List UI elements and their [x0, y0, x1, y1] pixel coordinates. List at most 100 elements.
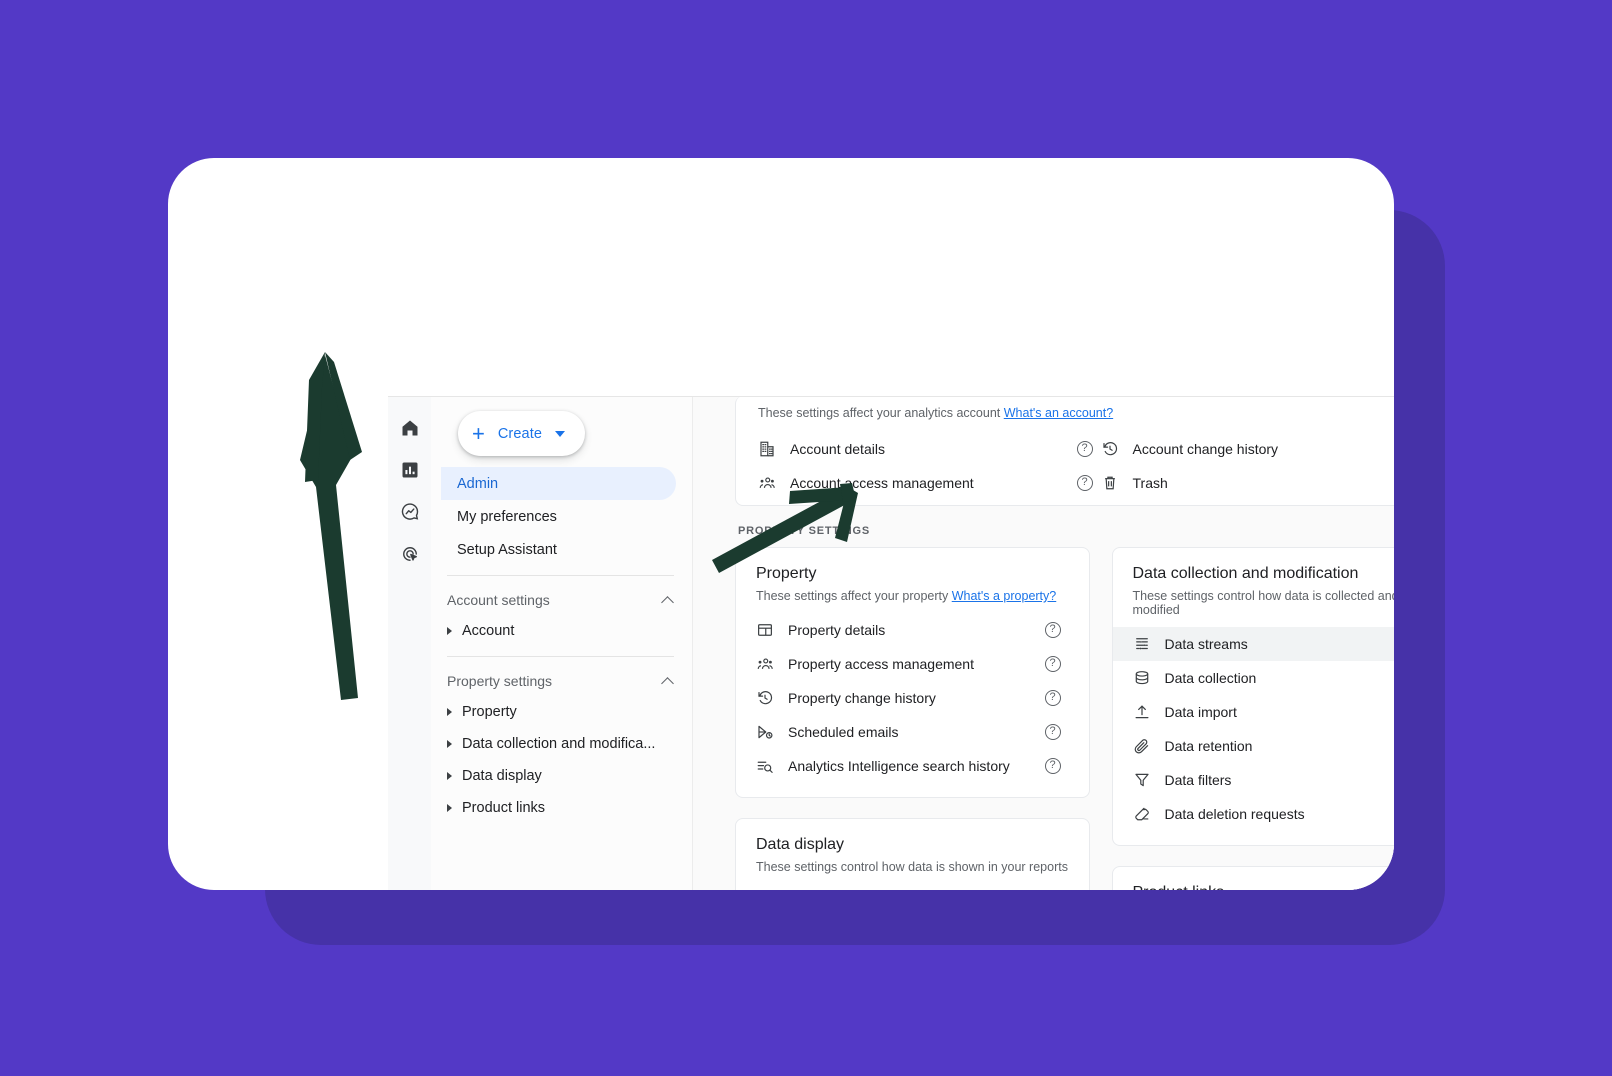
search-history-icon — [756, 757, 786, 775]
account-card-left-column: Account details ? Account access managem… — [758, 432, 1101, 500]
account-card-right-column: Account change history ? Trash ? — [1101, 432, 1395, 500]
row-account-change-history[interactable]: Account change history ? — [1101, 432, 1395, 466]
right-card-column: Data collection and modification These s… — [1111, 547, 1395, 890]
nav-label: Admin — [457, 475, 499, 492]
help-icon[interactable]: ? — [1044, 656, 1061, 672]
help-icon[interactable]: ? — [1044, 724, 1061, 740]
property-card-subtitle: These settings affect your property What… — [756, 589, 1069, 603]
google-analytics-admin-screenshot: + Create Admin My preferences Setup Assi… — [388, 396, 1394, 890]
chevron-right-icon — [447, 772, 452, 780]
product-links-card-title: Product links — [1133, 884, 1395, 890]
nav-group-label: Property settings — [447, 673, 553, 689]
row-label: Data streams — [1164, 636, 1248, 652]
data-display-card-subtitle: These settings control how data is shown… — [756, 860, 1068, 874]
data-collection-and-modification-card: Data collection and modification These s… — [1111, 547, 1395, 846]
retention-icon — [1133, 737, 1163, 755]
data-collection-card-subtitle: These settings control how data is colle… — [1132, 589, 1395, 617]
row-data-streams[interactable]: Data streams ? — [1112, 627, 1394, 661]
chevron-right-icon — [447, 804, 452, 812]
sidebar-item-my-preferences[interactable]: My preferences — [441, 500, 676, 533]
nav-group-property-settings[interactable]: Property settings — [431, 666, 692, 696]
row-scheduled-emails[interactable]: Scheduled emails ? — [756, 715, 1069, 749]
home-icon[interactable] — [397, 415, 423, 441]
row-label: Data import — [1164, 704, 1237, 720]
nav-label: Data collection and modifica... — [462, 736, 656, 752]
property-settings-section-label: PROPERTY SETTINGS — [738, 525, 870, 537]
row-trash[interactable]: Trash ? — [1101, 466, 1395, 500]
nav-label: Property — [462, 704, 517, 720]
sidebar-item-property[interactable]: Property — [431, 696, 692, 728]
row-data-retention[interactable]: Data retention ? — [1113, 729, 1395, 763]
data-collection-card-title: Data collection and modification — [1132, 565, 1359, 582]
nav-label: Data display — [462, 768, 542, 784]
reports-icon[interactable] — [397, 457, 423, 483]
nav-divider — [447, 575, 674, 576]
row-label: Property details — [788, 622, 886, 638]
chevron-down-icon — [554, 430, 565, 437]
sidebar-item-product-links[interactable]: Product links — [431, 792, 692, 824]
help-icon[interactable]: ? — [1076, 441, 1093, 457]
nav-divider — [447, 656, 674, 657]
row-label: Account details — [790, 441, 885, 457]
help-icon[interactable]: ? — [1076, 475, 1093, 491]
nav-group-label: Account settings — [447, 592, 550, 608]
sidebar-item-setup-assistant[interactable]: Setup Assistant — [441, 533, 676, 566]
people-group-icon — [758, 474, 788, 492]
nav-label: My preferences — [457, 508, 557, 525]
building-icon — [758, 440, 788, 458]
help-icon[interactable]: ? — [1044, 758, 1061, 774]
nav-label: Setup Assistant — [457, 541, 557, 558]
property-card-subtitle-text: These settings affect your property — [756, 589, 949, 603]
admin-main-content: These settings affect your analytics acc… — [693, 397, 1394, 890]
nav-label: Account — [462, 623, 515, 639]
row-data-import[interactable]: Data import ? — [1113, 695, 1395, 729]
row-label: Account access management — [790, 475, 974, 491]
nav-group-account-settings[interactable]: Account settings — [431, 585, 692, 615]
sidebar-item-data-display[interactable]: Data display — [431, 760, 692, 792]
row-label: Data retention — [1164, 738, 1253, 754]
row-property-access-management[interactable]: Property access management ? — [756, 647, 1069, 681]
row-label: Data collection — [1164, 670, 1257, 686]
explore-icon[interactable] — [397, 499, 423, 525]
help-icon[interactable]: ? — [1044, 690, 1061, 706]
row-label: Data filters — [1164, 772, 1232, 788]
property-card: Property These settings affect your prop… — [735, 547, 1090, 798]
history-icon — [1101, 440, 1131, 458]
row-account-details[interactable]: Account details ? — [758, 432, 1101, 466]
whats-an-account-link[interactable]: What's an account? — [1004, 406, 1113, 420]
create-button-label: Create — [497, 425, 542, 442]
product-links-card: Product links These settings control whi… — [1111, 866, 1395, 890]
row-events[interactable]: Events ? — [756, 884, 1069, 890]
row-label: Trash — [1132, 475, 1168, 491]
account-card-subtitle: These settings affect your analytics acc… — [758, 406, 1394, 420]
advertising-icon[interactable] — [397, 541, 423, 567]
white-page-card: + Create Admin My preferences Setup Assi… — [168, 158, 1394, 890]
row-label: Account change history — [1132, 441, 1279, 457]
eraser-icon — [1133, 805, 1163, 823]
data-streams-icon — [1133, 635, 1163, 653]
plus-icon: + — [472, 420, 485, 446]
people-group-icon — [756, 655, 786, 673]
whats-a-property-link[interactable]: What's a property? — [952, 589, 1057, 603]
chevron-right-icon — [447, 627, 452, 635]
create-button[interactable]: + Create — [458, 411, 585, 456]
nav-label: Product links — [462, 800, 546, 816]
history-icon — [756, 689, 786, 707]
row-data-filters[interactable]: Data filters ? — [1113, 763, 1395, 797]
row-account-access-management[interactable]: Account access management ? — [758, 466, 1101, 500]
scheduled-email-icon — [756, 723, 786, 741]
help-icon[interactable]: ? — [1044, 622, 1061, 638]
data-display-card-title: Data display — [756, 836, 845, 853]
sidebar-item-account[interactable]: Account — [431, 615, 692, 647]
row-property-change-history[interactable]: Property change history ? — [756, 681, 1069, 715]
left-card-column: Property These settings affect your prop… — [735, 547, 1090, 890]
row-label: Property access management — [788, 656, 974, 672]
row-data-collection[interactable]: Data collection ? — [1113, 661, 1395, 695]
row-property-details[interactable]: Property details ? — [756, 613, 1069, 647]
admin-nav-panel: + Create Admin My preferences Setup Assi… — [431, 397, 693, 890]
row-data-deletion-requests[interactable]: Data deletion requests ? — [1113, 797, 1395, 831]
sidebar-item-data-collection-and-modification[interactable]: Data collection and modifica... — [431, 728, 692, 760]
property-card-title: Property — [756, 565, 817, 582]
row-analytics-intelligence-search-history[interactable]: Analytics Intelligence search history ? — [756, 749, 1069, 783]
sidebar-item-admin[interactable]: Admin — [441, 467, 676, 500]
